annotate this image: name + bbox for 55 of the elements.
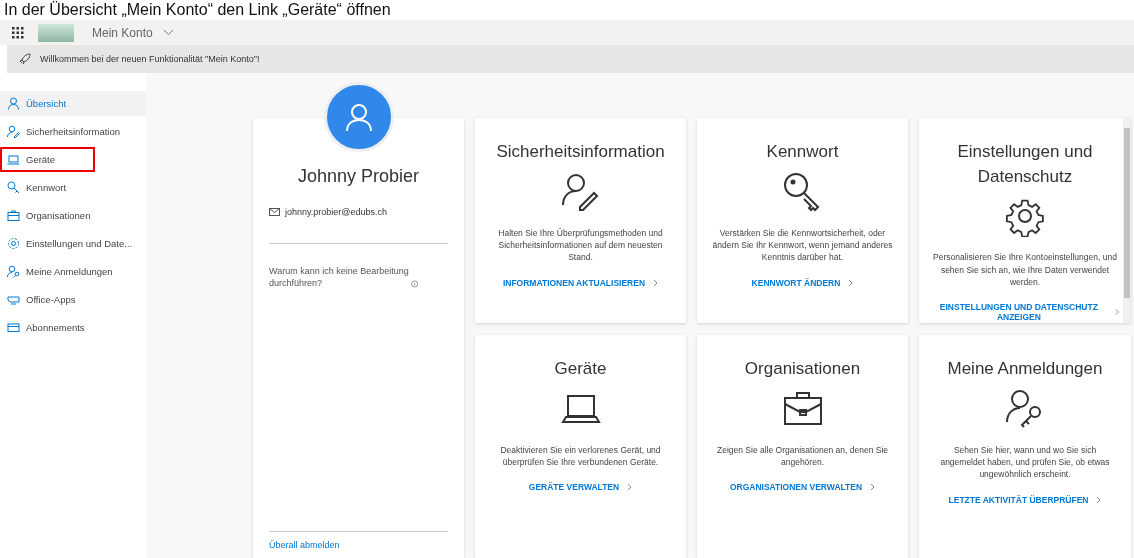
chevron-down-icon[interactable] bbox=[162, 29, 174, 36]
app-launcher-icon[interactable] bbox=[12, 26, 24, 39]
tile-title: Sicherheitsinformation bbox=[496, 141, 665, 163]
sidebar-item[interactable]: Einstellungen und Date... bbox=[0, 231, 146, 256]
tile-description: Verstärken Sie die Kennwortsicherheit, oder ändern Sie Ihr Kennwort, wenn jemand anderes Kenntnis darüber hat. bbox=[711, 226, 894, 264]
chevron-right-icon bbox=[653, 278, 659, 287]
tile-description: Sehen Sie hier, wann und wo Sie sich angemeldet haben, und prüfen Sie, ob etwas ungewöhnlich erscheint. bbox=[939, 443, 1111, 481]
tile-description: Personalisieren Sie Ihre Kontoeinstellungen, und sehen Sie sich an, wie Ihre Daten verwendet werden. bbox=[932, 251, 1118, 289]
tile-link[interactable]: ORGANISATIONEN VERWALTEN bbox=[729, 482, 876, 493]
profile-name: Johnny Probier bbox=[296, 166, 421, 187]
scrollbar[interactable] bbox=[1123, 118, 1131, 323]
chevron-right-icon bbox=[848, 278, 854, 287]
person-pen-icon bbox=[7, 125, 20, 138]
tile-link[interactable]: EINSTELLUNGEN UND DATENSCHUTZ ANZEIGEN bbox=[931, 302, 1119, 323]
key-icon bbox=[7, 181, 20, 194]
person-key-icon bbox=[7, 265, 20, 278]
sign-out-link[interactable]: Überall abmelden bbox=[269, 540, 448, 550]
tile-link[interactable]: GERÄTE VERWALTEN bbox=[528, 482, 633, 493]
tile-description: Deaktivieren Sie ein verlorenes Gerät, und überprüfen Sie Ihre verbundenen Geräte. bbox=[499, 443, 662, 469]
tile-link[interactable]: INFORMATIONEN AKTUALISIEREN bbox=[502, 277, 659, 288]
chevron-right-icon bbox=[1096, 495, 1102, 504]
welcome-text: Willkommen bei der neuen Funktionalität "Mein Konto"! bbox=[40, 54, 260, 64]
person-icon bbox=[343, 102, 374, 132]
rocket-icon bbox=[19, 53, 31, 65]
tile-title: Organisationen bbox=[744, 358, 861, 380]
edit-note-text: Warum kann ich keine Bearbeitung durchführen? bbox=[269, 266, 410, 290]
email-text: johnny.probier@edubs.ch bbox=[285, 207, 388, 217]
laptop-icon bbox=[7, 153, 20, 166]
person-icon bbox=[7, 97, 20, 110]
tile-description: Halten Sie Ihre Überprüfungsmethoden und Sicherheitsinformationen auf dem neuesten Stand. bbox=[497, 226, 664, 264]
chevron-right-icon bbox=[870, 483, 876, 492]
sidebar-item[interactable]: Organisationen bbox=[0, 203, 146, 228]
tile-link[interactable]: LETZTE AKTIVITÄT ÜBERPRÜFEN bbox=[948, 494, 1102, 505]
tile-title: Meine Anmeldungen bbox=[947, 358, 1103, 380]
sidebar-item[interactable]: Geräte bbox=[0, 147, 95, 172]
tile-description: Zeigen Sie alle Organisationen an, denen Sie angehören. bbox=[715, 443, 890, 469]
logo-photo-placeholder bbox=[38, 23, 74, 42]
sidebar-item[interactable]: Meine Anmeldungen bbox=[0, 259, 146, 284]
sidebar-item[interactable]: Abonnements bbox=[0, 315, 146, 340]
caption-text: In der Übersicht „Mein Konto“ den Link „Geräte“ öffnen bbox=[3, 0, 392, 20]
sidebar-item[interactable]: Kennwort bbox=[0, 175, 146, 200]
sidebar-item[interactable]: Sicherheitsinformation bbox=[0, 119, 146, 144]
info-icon[interactable] bbox=[410, 279, 418, 290]
tile-link[interactable]: KENNWORT ÄNDERN bbox=[751, 277, 854, 288]
app-name[interactable]: Mein Konto bbox=[92, 25, 153, 40]
briefcase-icon bbox=[7, 209, 20, 222]
tile-title: Kennwort bbox=[766, 141, 839, 163]
sidebar-item[interactable]: Übersicht bbox=[0, 91, 146, 116]
tile-title: Einstellungen und Datenschutz bbox=[956, 141, 1094, 188]
tile-title: Geräte bbox=[554, 358, 607, 380]
chevron-right-icon bbox=[627, 483, 633, 492]
sidebar-item[interactable]: Office-Apps bbox=[0, 287, 146, 312]
card-icon bbox=[7, 321, 20, 334]
mail-icon bbox=[269, 208, 280, 216]
chevron-right-icon bbox=[1114, 308, 1119, 317]
